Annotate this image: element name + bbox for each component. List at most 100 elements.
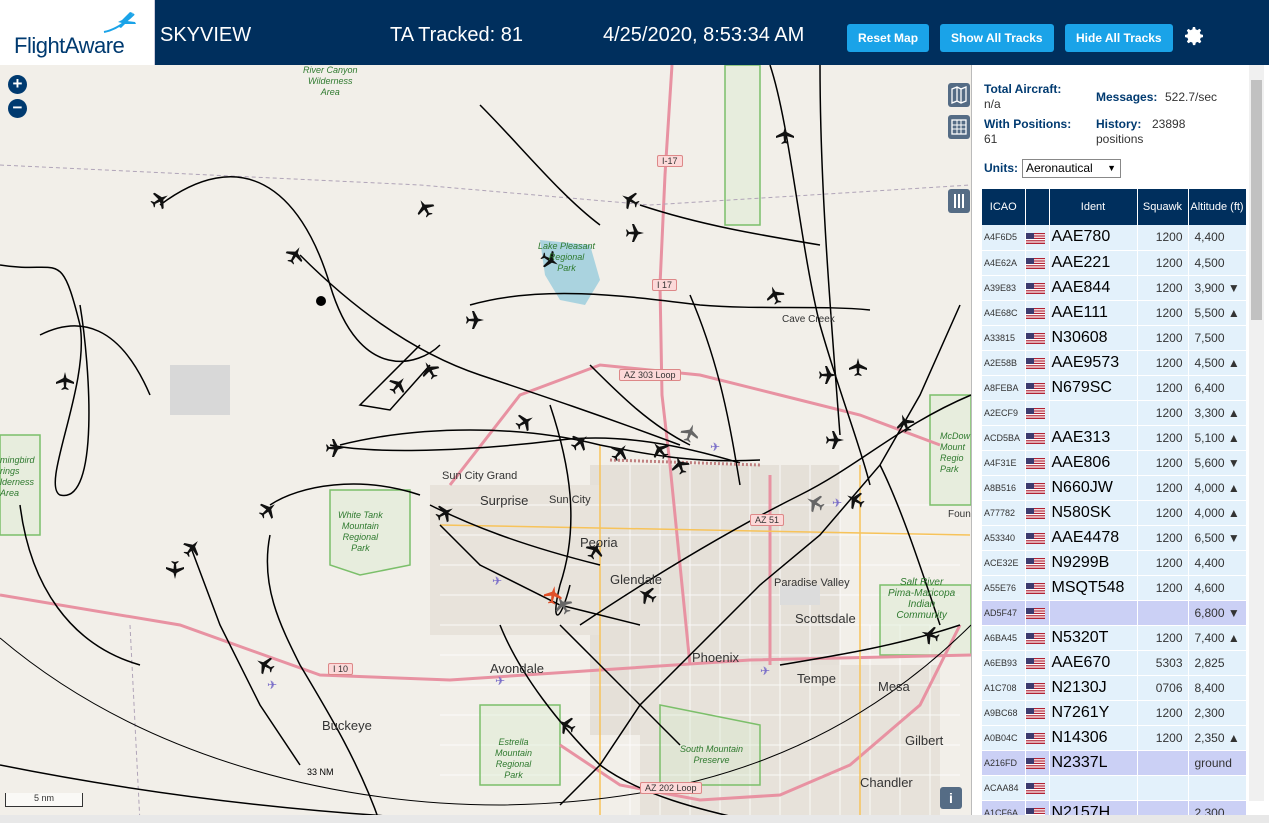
map-label: Buckeye [322, 718, 372, 733]
show-all-tracks-button[interactable]: Show All Tracks [940, 24, 1054, 52]
aircraft-icon[interactable] [842, 487, 868, 513]
flag-cell [1025, 675, 1050, 701]
aircraft-icon[interactable] [147, 187, 173, 213]
zoom-out-button[interactable]: − [8, 99, 27, 118]
altitude-cell: ground [1188, 750, 1247, 776]
units-label: Units: [984, 161, 1018, 175]
squawk-cell: 1200 [1137, 250, 1189, 276]
svg-text:✈: ✈ [495, 674, 505, 688]
flag-cell [1025, 225, 1050, 251]
table-row[interactable]: A9BC68 N7261Y 1200 2,300 [982, 700, 1247, 726]
aircraft-icon[interactable] [56, 372, 74, 390]
table-row[interactable]: ACAA84 [982, 775, 1247, 801]
aircraft-icon[interactable] [826, 431, 844, 449]
table-row[interactable]: A6BA45 N5320T 1200 7,400 ▲ [982, 625, 1247, 651]
icao-cell: A1C708 [982, 675, 1026, 701]
squawk-cell [1137, 600, 1189, 626]
aircraft-icon[interactable] [166, 561, 184, 579]
aircraft-icon[interactable] [466, 311, 484, 329]
altitude-cell [1188, 775, 1247, 801]
map-layers-button[interactable] [948, 83, 970, 107]
table-row[interactable]: A4F6D5 AAE780 1200 4,400 [982, 225, 1247, 251]
table-row[interactable]: A2ECF9 1200 3,300 ▲ [982, 400, 1247, 426]
icao-cell: A8B516 [982, 475, 1026, 501]
altitude-cell: 5,600 ▼ [1188, 450, 1247, 476]
flightaware-logo[interactable]: FlightAware [0, 0, 155, 65]
table-row[interactable]: A8B516 N660JW 1200 4,000 ▲ [982, 475, 1247, 501]
column-header[interactable]: ICAO [982, 189, 1026, 225]
squawk-cell: 1200 [1137, 425, 1189, 451]
altitude-cell: 6,400 [1188, 375, 1247, 401]
table-row[interactable]: A77782 N580SK 1200 4,000 ▲ [982, 500, 1247, 526]
altitude-cell: 5,500 ▲ [1188, 300, 1247, 326]
sidebar-toggle-button[interactable] [948, 189, 970, 213]
total-aircraft-label: Total Aircraft: [984, 82, 1062, 96]
ident-cell: N679SC [1049, 375, 1138, 401]
zoom-in-button[interactable]: + [8, 75, 27, 94]
table-row[interactable]: A1C708 N2130J 0706 8,400 [982, 675, 1247, 701]
column-header[interactable] [1025, 189, 1050, 225]
aircraft-icon[interactable] [412, 195, 438, 221]
flag-cell [1025, 575, 1050, 601]
svg-text:✈: ✈ [492, 574, 502, 588]
aircraft-icon[interactable] [893, 411, 917, 435]
table-row[interactable]: ACD5BA AAE313 1200 5,100 ▲ [982, 425, 1247, 451]
table-row[interactable]: A39E83 AAE844 1200 3,900 ▼ [982, 275, 1247, 301]
table-row[interactable]: A0B04C N14306 1200 2,350 ▲ [982, 725, 1247, 751]
icao-cell: A8FEBA [982, 375, 1026, 401]
ident-cell [1049, 400, 1138, 426]
gear-icon[interactable] [1182, 24, 1206, 48]
aircraft-icon[interactable] [617, 187, 643, 213]
table-row[interactable]: A216FD N2337L ground [982, 750, 1247, 776]
table-row[interactable]: A4E62A AAE221 1200 4,500 [982, 250, 1247, 276]
table-row[interactable]: A53340 AAE4478 1200 6,500 ▼ [982, 525, 1247, 551]
icao-cell: AD5F47 [982, 600, 1026, 626]
table-row[interactable]: A2E58B AAE9573 1200 4,500 ▲ [982, 350, 1247, 376]
app-title: SKYVIEW [160, 24, 252, 46]
reset-map-button[interactable]: Reset Map [847, 24, 930, 52]
table-row[interactable]: A4F31E AAE806 1200 5,600 ▼ [982, 450, 1247, 476]
flag-cell [1025, 725, 1050, 751]
flag-cell [1025, 550, 1050, 576]
table-row[interactable]: A8FEBA N679SC 1200 6,400 [982, 375, 1247, 401]
table-row[interactable]: A33815 N30608 1200 7,500 [982, 325, 1247, 351]
table-row[interactable]: ACE32E N9299B 1200 4,400 [982, 550, 1247, 576]
map-view[interactable]: 33 NM ✈ ✈ ✈ ✈ ✈ ✈ Sun City Grand Surpris… [0, 65, 971, 823]
ident-cell: N5320T [1049, 625, 1138, 651]
aircraft-icon[interactable] [776, 126, 794, 144]
grid-icon [951, 119, 967, 135]
hide-all-tracks-button[interactable]: Hide All Tracks [1065, 24, 1173, 52]
flag-cell [1025, 300, 1050, 326]
icao-cell: A4E68C [982, 300, 1026, 326]
table-row[interactable]: AD5F47 6,800 ▼ [982, 600, 1247, 626]
aircraft-icon[interactable] [849, 358, 867, 376]
grid-toggle-button[interactable] [948, 115, 970, 139]
aircraft-icon[interactable] [326, 439, 344, 457]
ident-cell [1049, 600, 1138, 626]
scrollbar-thumb[interactable] [1251, 80, 1262, 320]
table-row[interactable]: A55E76 MSQT548 1200 4,600 [982, 575, 1247, 601]
aircraft-icon[interactable] [626, 224, 644, 242]
squawk-cell: 1200 [1137, 500, 1189, 526]
ident-cell: MSQT548 [1049, 575, 1138, 601]
ident-cell: AAE9573 [1049, 350, 1138, 376]
table-row[interactable]: A6EB93 AAE670 5303 2,825 [982, 650, 1247, 676]
us-flag-icon [1025, 457, 1045, 469]
column-header[interactable]: Ident [1049, 189, 1138, 225]
column-header[interactable]: Altitude (ft) [1188, 189, 1247, 225]
horizontal-scrollbar[interactable] [0, 815, 1269, 823]
aircraft-icon[interactable] [417, 357, 443, 383]
us-flag-icon [1025, 707, 1045, 719]
info-button[interactable]: i [940, 787, 962, 809]
flag-cell [1025, 375, 1050, 401]
aircraft-icon[interactable] [763, 283, 787, 307]
aircraft-icon[interactable] [282, 242, 308, 268]
icao-cell: A77782 [982, 500, 1026, 526]
aircraft-icon[interactable] [512, 409, 538, 435]
units-select[interactable]: Aeronautical ▼ [1022, 159, 1121, 178]
column-header[interactable]: Squawk [1137, 189, 1189, 225]
map-canvas[interactable]: 33 NM ✈✈✈ ✈✈✈ [0, 65, 971, 823]
aircraft-icon[interactable] [179, 535, 205, 561]
table-row[interactable]: A4E68C AAE111 1200 5,500 ▲ [982, 300, 1247, 326]
history-value: 23898 [1152, 117, 1186, 131]
